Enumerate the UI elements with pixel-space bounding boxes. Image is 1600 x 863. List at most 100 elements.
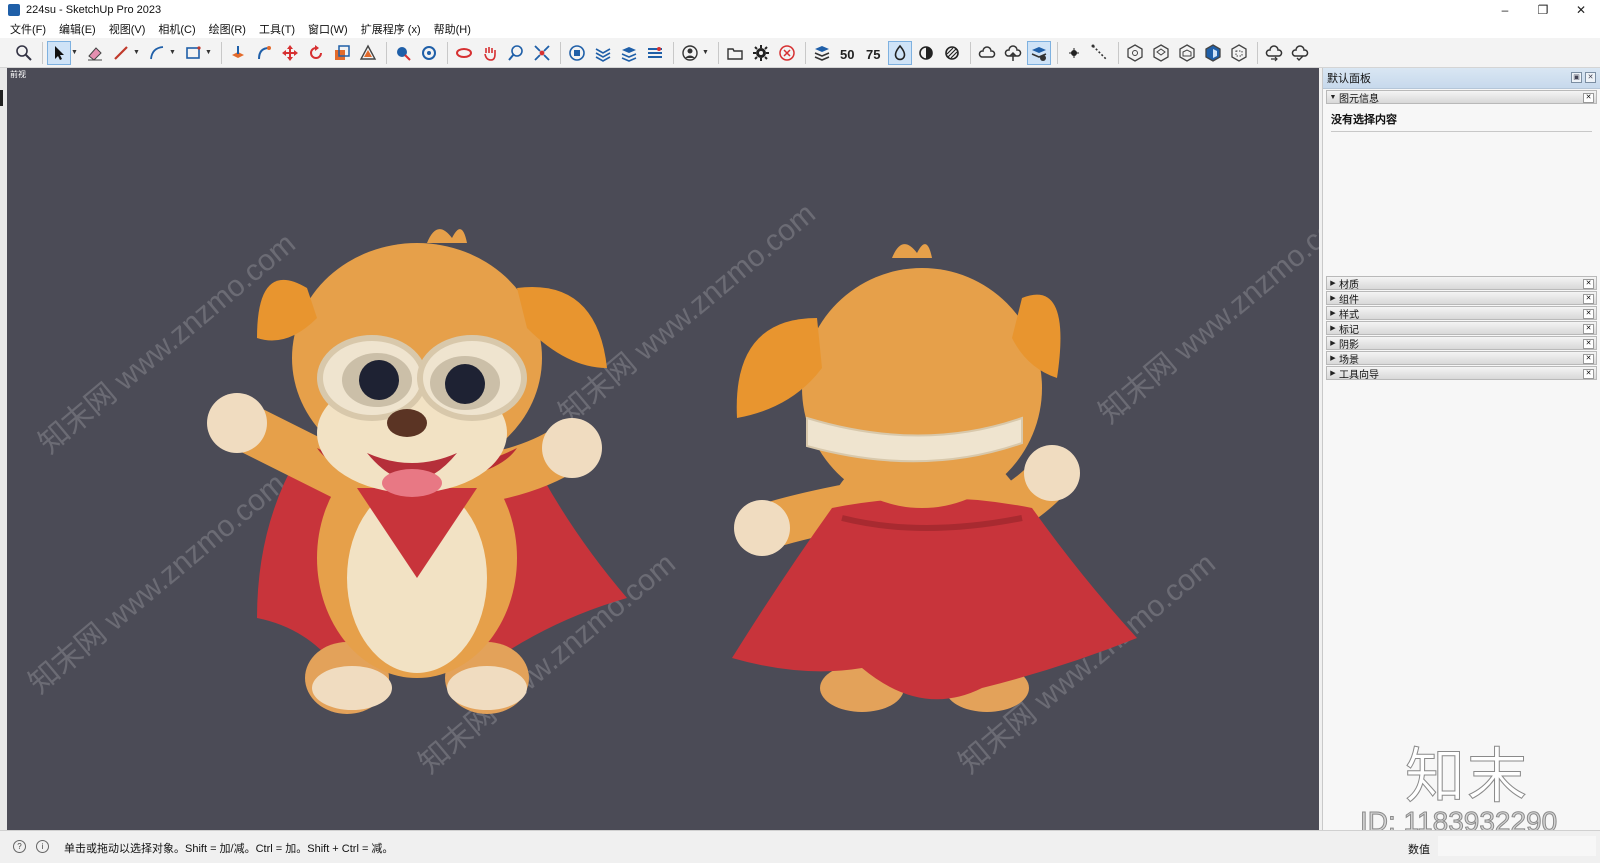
cloud-check-icon[interactable] bbox=[1288, 41, 1312, 65]
rectangle-icon[interactable] bbox=[181, 41, 205, 65]
scale-icon[interactable] bbox=[330, 41, 354, 65]
tray-close-icon[interactable]: ✕ bbox=[1583, 339, 1594, 349]
dog-model-front[interactable] bbox=[197, 198, 637, 728]
info-icon[interactable]: i bbox=[36, 840, 49, 853]
tray-materials[interactable]: ▶ 材质 ✕ bbox=[1326, 276, 1597, 291]
menu-extensions[interactable]: 扩展程序 (x) bbox=[361, 21, 421, 37]
scene-tab-label[interactable]: 前视 bbox=[10, 69, 26, 80]
line-dropdown-icon[interactable]: ▼ bbox=[133, 49, 141, 56]
dashed-line-icon[interactable] bbox=[1088, 41, 1112, 65]
layout-icon[interactable] bbox=[617, 41, 641, 65]
right-view-icon[interactable] bbox=[1201, 41, 1225, 65]
tray-close-icon[interactable]: ✕ bbox=[1583, 354, 1594, 364]
status-hint: 单击或拖动以选择对象。Shift = 加/减。Ctrl = 加。Shift + … bbox=[64, 843, 394, 855]
tray-shadows[interactable]: ▶ 阴影 ✕ bbox=[1326, 336, 1597, 351]
panel-header-buttons: ▣ ✕ bbox=[1568, 72, 1596, 83]
entity-info-body: 没有选择内容 bbox=[1323, 105, 1600, 275]
measurements-label: 数值 bbox=[1408, 844, 1430, 856]
tray-components[interactable]: ▶ 组件 ✕ bbox=[1326, 291, 1597, 306]
panel-header: 默认面板 ▣ ✕ bbox=[1323, 68, 1600, 89]
iso-view-icon[interactable] bbox=[1123, 41, 1147, 65]
settings-icon[interactable] bbox=[749, 41, 773, 65]
minimize-button[interactable]: – bbox=[1486, 0, 1524, 20]
model-viewport[interactable]: 前视 知末网 www.znzmo.com 知末网 www.znzmo.com 知… bbox=[7, 68, 1319, 830]
tray-close-icon[interactable]: ✕ bbox=[1583, 309, 1594, 319]
toolbar-separator bbox=[447, 41, 448, 64]
arc-dropdown-icon[interactable]: ▼ bbox=[169, 49, 177, 56]
menu-help[interactable]: 帮助(H) bbox=[434, 21, 471, 37]
menu-file[interactable]: 文件(F) bbox=[10, 21, 46, 37]
zoom-extents-icon[interactable] bbox=[12, 41, 36, 65]
push-pull-icon[interactable] bbox=[226, 41, 250, 65]
window-controls: – ❐ ✕ bbox=[1486, 0, 1600, 20]
cloud-sync-icon[interactable] bbox=[1262, 41, 1286, 65]
tray-close-icon[interactable]: ✕ bbox=[1583, 369, 1594, 379]
tape-measure-icon[interactable] bbox=[391, 41, 415, 65]
orbit-icon[interactable] bbox=[452, 41, 476, 65]
eraser-icon[interactable] bbox=[83, 41, 107, 65]
tray-label: 样式 bbox=[1339, 309, 1359, 321]
menu-tools[interactable]: 工具(T) bbox=[259, 21, 295, 37]
top-view-icon[interactable] bbox=[1149, 41, 1173, 65]
open-folder-icon[interactable] bbox=[723, 41, 747, 65]
point-icon[interactable] bbox=[1062, 41, 1086, 65]
select-dropdown-icon[interactable]: ▼ bbox=[71, 49, 79, 56]
dog-model-back[interactable] bbox=[722, 218, 1142, 718]
tray-close-icon[interactable]: ✕ bbox=[1583, 294, 1594, 304]
cloud-upload-icon[interactable] bbox=[1001, 41, 1025, 65]
toolbar-separator bbox=[221, 41, 222, 64]
menu-draw[interactable]: 绘图(R) bbox=[209, 21, 246, 37]
follow-me-icon[interactable] bbox=[252, 41, 276, 65]
svg-text:75: 75 bbox=[866, 47, 880, 62]
zoom-icon[interactable] bbox=[504, 41, 528, 65]
fifty-icon[interactable]: 50 bbox=[836, 41, 860, 65]
user-icon[interactable] bbox=[678, 41, 702, 65]
left-dock-strip bbox=[0, 68, 7, 830]
menu-edit[interactable]: 编辑(E) bbox=[59, 21, 96, 37]
warehouse-icon[interactable] bbox=[565, 41, 589, 65]
geo-location-icon[interactable]: ? bbox=[13, 840, 26, 853]
paint-bucket-icon[interactable] bbox=[417, 41, 441, 65]
collapsed-arrow-icon: ▶ bbox=[1330, 325, 1336, 332]
tray-close-icon[interactable]: ✕ bbox=[1583, 93, 1594, 103]
restore-button[interactable]: ❐ bbox=[1524, 0, 1562, 20]
pan-icon[interactable] bbox=[478, 41, 502, 65]
menu-window[interactable]: 窗口(W) bbox=[308, 21, 348, 37]
user-dropdown-icon[interactable]: ▼ bbox=[702, 49, 710, 56]
stop-icon[interactable] bbox=[775, 41, 799, 65]
arc-icon[interactable] bbox=[145, 41, 169, 65]
send-to-icon[interactable] bbox=[643, 41, 667, 65]
pin-icon[interactable]: ▣ bbox=[1571, 72, 1582, 83]
tray-close-icon[interactable]: ✕ bbox=[1583, 324, 1594, 334]
move-icon[interactable] bbox=[278, 41, 302, 65]
shaded-icon[interactable] bbox=[914, 41, 938, 65]
model-info-icon[interactable] bbox=[810, 41, 834, 65]
tray-tags[interactable]: ▶ 标记 ✕ bbox=[1326, 321, 1597, 336]
seventyfive-icon[interactable]: 75 bbox=[862, 41, 886, 65]
menu-view[interactable]: 视图(V) bbox=[109, 21, 146, 37]
shape-dropdown-icon[interactable]: ▼ bbox=[205, 49, 213, 56]
cloud-shared-icon[interactable] bbox=[1027, 40, 1051, 65]
collapsed-arrow-icon: ▶ bbox=[1330, 355, 1336, 362]
measurements-input[interactable] bbox=[1438, 836, 1596, 856]
cloud-icon[interactable] bbox=[975, 41, 999, 65]
select-icon[interactable] bbox=[47, 40, 71, 65]
tray-entity-info[interactable]: ▼ 图元信息 ✕ bbox=[1326, 90, 1597, 105]
panel-close-icon[interactable]: ✕ bbox=[1585, 72, 1596, 83]
window-title: 224su - SketchUp Pro 2023 bbox=[26, 4, 162, 16]
rotate-icon[interactable] bbox=[304, 41, 328, 65]
xray-icon[interactable] bbox=[888, 40, 912, 65]
pencil-line-icon[interactable] bbox=[109, 41, 133, 65]
menu-camera[interactable]: 相机(C) bbox=[158, 21, 195, 37]
zoom-window-icon[interactable] bbox=[530, 41, 554, 65]
close-button[interactable]: ✕ bbox=[1562, 0, 1600, 20]
offset-icon[interactable] bbox=[356, 41, 380, 65]
front-view-icon[interactable] bbox=[1175, 41, 1199, 65]
tray-scenes[interactable]: ▶ 场景 ✕ bbox=[1326, 351, 1597, 366]
extension-manager-icon[interactable] bbox=[591, 41, 615, 65]
tray-instructor[interactable]: ▶ 工具向导 ✕ bbox=[1326, 366, 1597, 381]
monochrome-icon[interactable] bbox=[940, 41, 964, 65]
back-view-icon[interactable] bbox=[1227, 41, 1251, 65]
tray-close-icon[interactable]: ✕ bbox=[1583, 279, 1594, 289]
tray-styles[interactable]: ▶ 样式 ✕ bbox=[1326, 306, 1597, 321]
